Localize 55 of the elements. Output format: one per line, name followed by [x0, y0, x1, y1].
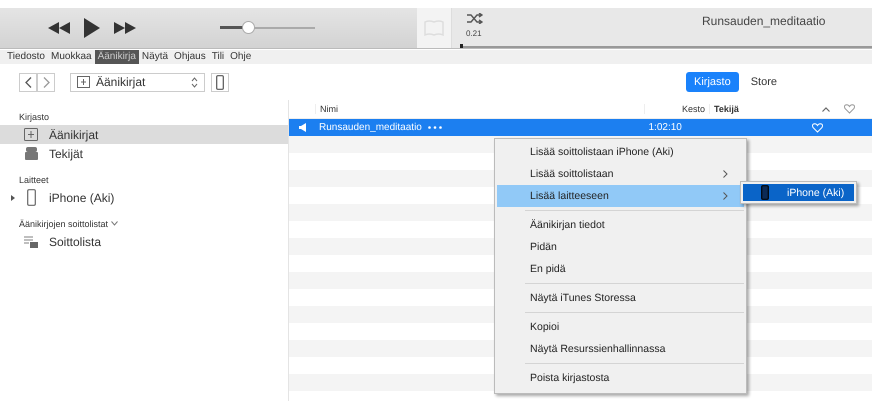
- volume-slider[interactable]: [220, 21, 315, 35]
- chevron-right-icon: [42, 76, 50, 88]
- menu-item[interactable]: En pidä: [497, 258, 744, 280]
- rewind-icon[interactable]: [48, 22, 70, 34]
- menu-item[interactable]: Näytä Resurssienhallinnassa: [497, 338, 744, 360]
- chevron-down-icon: [111, 221, 118, 226]
- section-heading: Laitteet: [19, 174, 49, 184]
- menu-item[interactable]: iPhone (Aki): [743, 184, 854, 201]
- speaker-icon: [298, 123, 306, 132]
- up-down-caret-icon: [191, 76, 198, 88]
- sidebar-item[interactable]: Äänikirjat: [0, 125, 288, 144]
- heart-icon[interactable]: [844, 104, 855, 114]
- menu-item[interactable]: Lisää soittolistaan: [497, 163, 744, 185]
- sort-up-icon[interactable]: [822, 106, 830, 112]
- table-cell-text: Runsauden_meditaatio: [318, 122, 422, 133]
- menu-item[interactable]: Pidän: [497, 236, 744, 258]
- phone-icon: [26, 189, 36, 206]
- volume-thumb[interactable]: [242, 21, 254, 34]
- sidebar-item[interactable]: Soittolista: [0, 232, 288, 251]
- sidebar-item[interactable]: iPhone (Aki): [0, 188, 288, 207]
- menu-item[interactable]: Lisää laitteeseen: [497, 185, 744, 207]
- fast-forward-icon[interactable]: [114, 22, 136, 34]
- play-icon[interactable]: [84, 18, 100, 38]
- menu-item[interactable]: Tili: [208, 50, 228, 64]
- track-title: Runsauden_meditaatio: [702, 14, 826, 28]
- menu-item[interactable]: Ohjaus: [171, 50, 209, 64]
- phone-icon: [761, 185, 769, 200]
- menu-item[interactable]: Äänikirja: [94, 50, 139, 64]
- more-icon[interactable]: [428, 126, 442, 129]
- tab[interactable]: Kirjasto: [686, 72, 739, 92]
- tab[interactable]: Store: [742, 72, 785, 92]
- back-button[interactable]: [19, 72, 37, 92]
- column-header[interactable]: Nimi: [315, 104, 644, 114]
- expand-icon[interactable]: [11, 194, 15, 200]
- section-heading: Kirjasto: [19, 112, 50, 122]
- playlist-icon: [24, 236, 38, 248]
- chevron-left-icon: [24, 76, 32, 88]
- chevron-right-icon: [723, 170, 728, 178]
- menu-item[interactable]: Muokkaa: [48, 50, 95, 64]
- menu-item[interactable]: Lisää soittolistaan iPhone (Aki): [497, 141, 744, 163]
- table-cell-text: 1:02:10: [647, 122, 682, 133]
- shuffle-icon[interactable]: [467, 13, 483, 24]
- menu-item[interactable]: Näytä: [138, 50, 172, 64]
- menu-item[interactable]: Tiedosto: [4, 50, 48, 64]
- menu-item[interactable]: Ohje: [227, 50, 254, 64]
- chevron-right-icon: [723, 192, 728, 200]
- column-header[interactable]: Kesto: [644, 104, 709, 114]
- elapsed-time: 0.21: [466, 29, 482, 38]
- table-row[interactable]: Runsauden_meditaatio 1:02:10: [289, 119, 872, 136]
- device-button[interactable]: [211, 72, 229, 92]
- media-picker[interactable]: Äänikirjat: [70, 72, 205, 92]
- section-heading[interactable]: Äänikirjojen soittolistat: [19, 218, 118, 228]
- phone-icon: [216, 74, 224, 90]
- sidebar-item[interactable]: Tekijät: [0, 144, 288, 163]
- column-header[interactable]: Tekijä: [709, 104, 822, 114]
